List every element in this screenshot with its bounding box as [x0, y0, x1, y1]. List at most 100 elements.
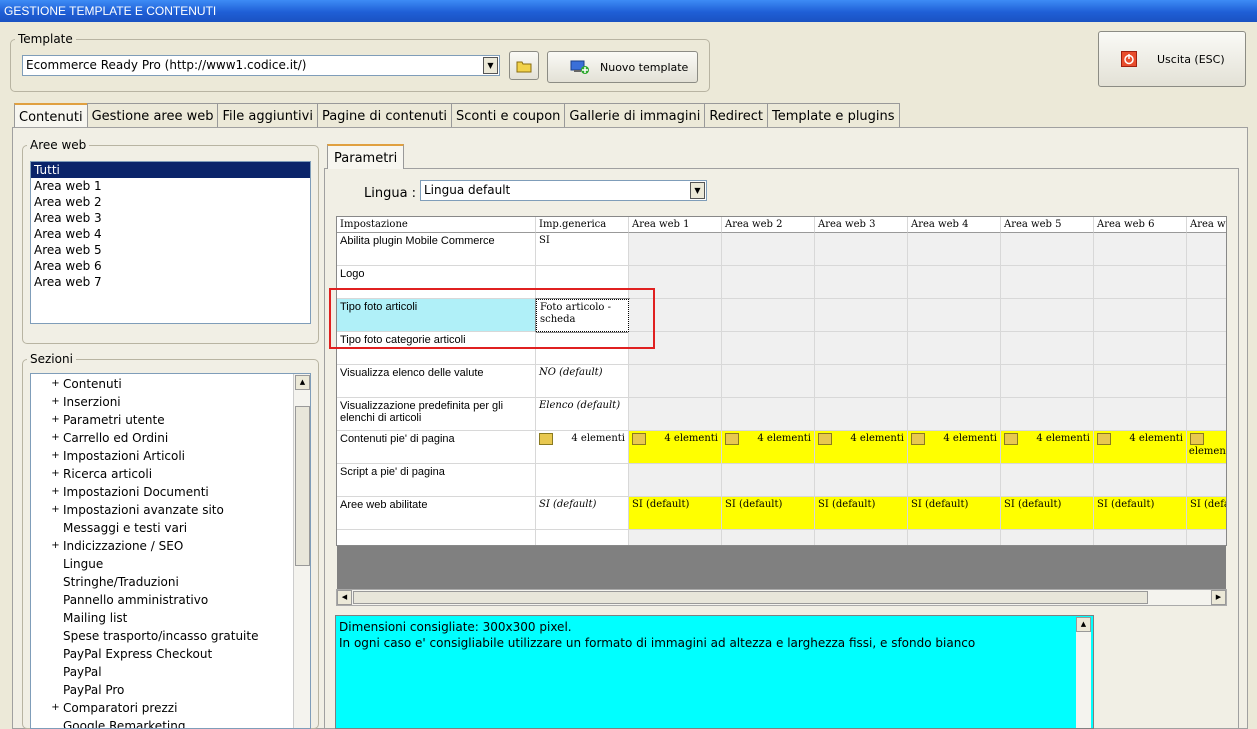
list-item[interactable]: Area web 7 [31, 274, 310, 290]
grid-area-cell[interactable] [908, 464, 1001, 497]
list-item[interactable]: Area web 4 [31, 226, 310, 242]
tab-contenuti[interactable]: Contenuti [14, 103, 88, 129]
grid-area-cell[interactable] [1187, 299, 1226, 332]
grid-area-cell[interactable]: 4 elementi [1001, 431, 1094, 464]
aree-web-list[interactable]: Tutti Area web 1 Area web 2 Area web 3 A… [30, 161, 311, 324]
grid-generic-cell[interactable]: Elenco (default) [536, 398, 629, 431]
template-select[interactable]: Ecommerce Ready Pro (http://www1.codice.… [22, 55, 500, 76]
grid-area-cell[interactable]: 4 elementi [1094, 431, 1187, 464]
chevron-down-icon[interactable]: ▼ [483, 57, 498, 74]
tab-parametri[interactable]: Parametri [327, 144, 405, 169]
list-item[interactable]: Area web 5 [31, 242, 310, 258]
grid-area-cell[interactable] [629, 398, 722, 431]
scroll-up-button[interactable]: ▲ [1076, 617, 1091, 632]
folder-icon[interactable] [1004, 433, 1018, 445]
grid-area-cell[interactable] [1094, 365, 1187, 398]
grid-area-cell[interactable]: 4 elementi [629, 431, 722, 464]
tree-node[interactable]: + Impostazioni Documenti [31, 483, 310, 501]
grid-horizontal-scrollbar[interactable]: ◀ ▶ [336, 589, 1227, 606]
tree-node[interactable]: Messaggi e testi vari [31, 519, 310, 537]
grid-area-cell[interactable]: 4 elementi [1187, 431, 1226, 464]
grid-area-cell[interactable] [1094, 332, 1187, 365]
folder-icon[interactable] [1190, 433, 1204, 445]
grid-area-cell[interactable] [815, 233, 908, 266]
grid-area-cell[interactable] [629, 464, 722, 497]
tab-pagine-di-contenuti[interactable]: Pagine di contenuti [316, 103, 453, 128]
grid-area-cell[interactable] [908, 233, 1001, 266]
grid-generic-cell[interactable]: Foto articolo - scheda [535, 298, 630, 333]
tree-node[interactable]: PayPal Express Checkout [31, 645, 310, 663]
grid-area-cell[interactable] [1187, 365, 1226, 398]
grid-area-cell[interactable] [908, 398, 1001, 431]
grid-area-cell[interactable] [1187, 233, 1226, 266]
grid-area-cell[interactable] [815, 464, 908, 497]
grid-area-cell[interactable] [629, 365, 722, 398]
grid-area-cell[interactable]: SI (default) [815, 497, 908, 530]
grid-area-cell[interactable] [722, 332, 815, 365]
grid-area-cell[interactable]: SI (default) [1094, 497, 1187, 530]
expand-icon[interactable]: + [51, 375, 60, 393]
grid-generic-cell[interactable]: SI [536, 233, 629, 266]
expand-icon[interactable]: + [51, 429, 60, 447]
folder-icon[interactable] [725, 433, 739, 445]
list-item[interactable]: Area web 6 [31, 258, 310, 274]
grid-area-cell[interactable] [815, 266, 908, 299]
grid-area-cell[interactable]: SI (default) [629, 497, 722, 530]
tree-node[interactable]: + Ricerca articoli [31, 465, 310, 483]
grid-area-cell[interactable]: SI (default) [908, 497, 1001, 530]
expand-icon[interactable]: + [51, 447, 60, 465]
grid-area-cell[interactable] [908, 266, 1001, 299]
expand-icon[interactable]: + [51, 411, 60, 429]
tree-node[interactable]: Spese trasporto/incasso gratuite [31, 627, 310, 645]
grid-area-cell[interactable] [1187, 398, 1226, 431]
tree-node[interactable]: + Contenuti [31, 375, 310, 393]
list-item[interactable]: Area web 3 [31, 210, 310, 226]
grid-area-cell[interactable] [815, 365, 908, 398]
sezioni-tree[interactable]: + Contenuti + Inserzioni + Parametri utente + C… [30, 373, 311, 729]
tree-node[interactable]: + Indicizzazione / SEO [31, 537, 310, 555]
tree-node[interactable]: PayPal Pro [31, 681, 310, 699]
grid-area-cell[interactable]: 4 elementi [722, 431, 815, 464]
folder-icon[interactable] [818, 433, 832, 445]
grid-area-cell[interactable] [815, 299, 908, 332]
tree-node[interactable]: Pannello amministrativo [31, 591, 310, 609]
tree-node[interactable]: + Comparatori prezzi [31, 699, 310, 717]
grid-area-cell[interactable] [815, 332, 908, 365]
scroll-up-button[interactable]: ▲ [295, 375, 310, 390]
chevron-down-icon[interactable]: ▼ [690, 182, 705, 199]
new-template-button[interactable]: Nuovo template [547, 51, 698, 83]
tree-node[interactable]: + Inserzioni [31, 393, 310, 411]
grid-area-cell[interactable] [908, 299, 1001, 332]
grid-area-cell[interactable] [1001, 332, 1094, 365]
list-item[interactable]: Area web 2 [31, 194, 310, 210]
list-item[interactable]: Tutti [31, 162, 310, 178]
grid-area-cell[interactable] [722, 464, 815, 497]
tree-node[interactable]: PayPal [31, 663, 310, 681]
expand-icon[interactable]: + [51, 537, 60, 555]
description-scrollbar[interactable] [1076, 632, 1091, 728]
grid-area-cell[interactable] [1001, 398, 1094, 431]
grid-area-cell[interactable]: SI (default) [1187, 497, 1226, 530]
grid-area-cell[interactable] [629, 233, 722, 266]
grid-area-cell[interactable] [629, 266, 722, 299]
grid-area-cell[interactable] [1094, 266, 1187, 299]
grid-area-cell[interactable] [1187, 464, 1226, 497]
grid-area-cell[interactable] [908, 332, 1001, 365]
grid-area-cell[interactable] [629, 299, 722, 332]
tree-node[interactable]: Lingue [31, 555, 310, 573]
grid-area-cell[interactable] [1094, 233, 1187, 266]
tree-node[interactable]: + Carrello ed Ordini [31, 429, 310, 447]
grid-area-cell[interactable]: SI (default) [722, 497, 815, 530]
grid-generic-cell[interactable] [536, 464, 629, 497]
expand-icon[interactable]: + [51, 465, 60, 483]
tab-sconti-e-coupon[interactable]: Sconti e coupon [451, 103, 566, 128]
grid-generic-cell[interactable] [536, 332, 629, 365]
expand-icon[interactable]: + [51, 501, 60, 519]
grid-area-cell[interactable] [722, 299, 815, 332]
grid-area-cell[interactable] [1001, 266, 1094, 299]
tab-file-aggiuntivi[interactable]: File aggiuntivi [217, 103, 318, 128]
sezioni-scrollbar[interactable]: ▲ [293, 374, 310, 728]
scroll-left-button[interactable]: ◀ [337, 590, 352, 605]
tree-node[interactable]: Mailing list [31, 609, 310, 627]
grid-area-cell[interactable] [1187, 266, 1226, 299]
